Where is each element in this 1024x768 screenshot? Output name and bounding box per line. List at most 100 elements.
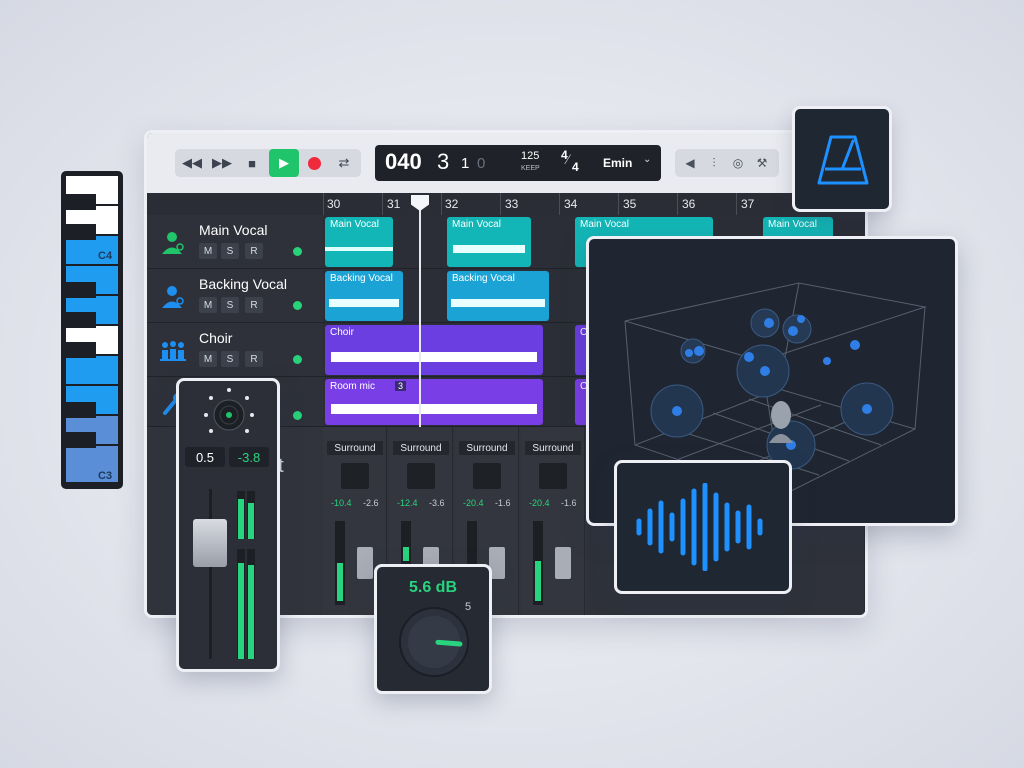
track-status-dot	[293, 247, 302, 256]
record-arm-button[interactable]: R	[245, 297, 263, 313]
track-header-main-vocal[interactable]: Main Vocal M S R	[147, 215, 323, 269]
playhead-line[interactable]	[419, 195, 421, 427]
gain-knob[interactable]	[397, 605, 471, 679]
mute-button[interactable]: M	[199, 351, 217, 367]
audio-clip[interactable]: Choir	[325, 325, 543, 375]
record-icon	[307, 156, 321, 170]
surround-pan-knob[interactable]	[203, 387, 255, 439]
time-sig-slash: ⁄	[567, 151, 570, 167]
audio-clip[interactable]: Backing Vocal	[325, 271, 403, 321]
tempo-mode: KEEP	[521, 165, 540, 172]
level-meter-right	[247, 491, 255, 539]
piano-keyboard[interactable]: C4 C3	[61, 171, 123, 489]
strip-gain: -1.6	[495, 498, 511, 508]
piano-keys	[64, 174, 120, 486]
ruler-bar-36: 36	[682, 197, 696, 211]
speaker-icon[interactable]: ◀	[679, 149, 701, 177]
piano-label-c4: C4	[98, 250, 113, 262]
track-status-dot	[293, 301, 302, 310]
ruler-bar-31: 31	[387, 197, 401, 211]
gain-value[interactable]: -3.8	[229, 447, 269, 467]
mute-button[interactable]: M	[199, 297, 217, 313]
audio-clip[interactable]: Backing Vocal	[447, 271, 549, 321]
strip-fader[interactable]	[357, 547, 373, 579]
surround-panner[interactable]	[473, 463, 501, 489]
piano-label-c3: C3	[98, 470, 113, 482]
tempo-value[interactable]: 125	[521, 150, 539, 162]
track-name: Main Vocal	[199, 222, 268, 238]
fast-forward-button[interactable]: ▶▶	[207, 149, 237, 177]
gauge-icon[interactable]: ◎	[727, 149, 749, 177]
strip-name[interactable]: Surround	[393, 441, 449, 455]
wrench-icon[interactable]: ⚒	[751, 149, 773, 177]
ruler-bar-33: 33	[505, 197, 519, 211]
mixer-strip: Surround -20.4 -1.6	[521, 427, 585, 615]
track-header-backing-vocal[interactable]: Backing Vocal M S R	[147, 269, 323, 323]
solo-button[interactable]: S	[221, 351, 239, 367]
mixer-sliders-icon[interactable]: ⫶	[703, 149, 725, 177]
record-button[interactable]	[299, 149, 329, 177]
strip-name[interactable]: Surround	[525, 441, 581, 455]
knob-value: 5.6 dB	[408, 579, 457, 596]
rewind-button[interactable]: ◀◀	[177, 149, 207, 177]
transport-controls: ◀◀ ▶▶ ■ ▶ ⇄	[175, 149, 361, 177]
track-header-choir[interactable]: Choir M S R	[147, 323, 323, 377]
strip-name[interactable]: Surround	[327, 441, 383, 455]
track-status-dot	[293, 411, 302, 420]
singer-icon	[162, 286, 184, 308]
stop-button[interactable]: ■	[237, 149, 267, 177]
right-tools: ◀ ⫶ ◎ ⚒	[675, 149, 779, 177]
level-meter-left	[237, 491, 245, 539]
metronome-panel[interactable]	[792, 106, 892, 212]
time-sig-bottom[interactable]: 4	[572, 160, 579, 174]
loop-button[interactable]: ⇄	[329, 149, 359, 177]
solo-button[interactable]: S	[221, 243, 239, 259]
strip-peak: -20.4	[529, 498, 550, 508]
audio-clip[interactable]: Main Vocal	[325, 217, 393, 267]
strip-meter	[335, 521, 345, 605]
waveform-icon	[636, 483, 763, 571]
clip-label: Backing Vocal	[330, 273, 393, 284]
track-status-dot	[293, 355, 302, 364]
mute-button[interactable]: M	[199, 243, 217, 259]
transport-display: 040 3 1 0 125 KEEP 4 ⁄ 4 Emin ⌄	[375, 145, 661, 181]
track-name: Backing Vocal	[199, 276, 287, 292]
ruler-bar-37: 37	[741, 197, 755, 211]
record-arm-button[interactable]: R	[245, 243, 263, 259]
clip-label: Choir	[330, 327, 354, 338]
strip-gain: -1.6	[561, 498, 577, 508]
surround-panner[interactable]	[341, 463, 369, 489]
metronome-icon	[817, 135, 869, 185]
channel-fader-panel: 0.5 -3.8	[176, 378, 280, 672]
surround-panner[interactable]	[407, 463, 435, 489]
waveform-panel[interactable]	[614, 460, 792, 594]
timeline-ruler[interactable]: 30 31 32 33 34 35 36 37	[147, 193, 865, 215]
ruler-bar-32: 32	[445, 197, 459, 211]
fader-handle[interactable]	[193, 519, 227, 567]
surround-panner[interactable]	[539, 463, 567, 489]
audio-clip[interactable]: Room mic 3	[325, 379, 543, 425]
clip-take-count[interactable]: 3	[395, 381, 407, 391]
strip-fader[interactable]	[555, 547, 571, 579]
strip-name[interactable]: Surround	[459, 441, 515, 455]
strip-gain: -2.6	[363, 498, 379, 508]
gain-knob-panel: 5.6 dB 5	[374, 564, 492, 694]
key-dropdown-icon[interactable]: ⌄	[643, 154, 651, 165]
waveform	[453, 245, 525, 253]
pan-value[interactable]: 0.5	[185, 447, 225, 467]
position-beat: 3	[437, 149, 450, 174]
output-meter-left	[237, 549, 245, 659]
audio-clip[interactable]: Main Vocal	[447, 217, 531, 267]
ruler-bar-30: 30	[327, 197, 341, 211]
solo-button[interactable]: S	[221, 297, 239, 313]
ruler-bar-34: 34	[564, 197, 578, 211]
position-tick: 0	[477, 155, 486, 172]
clip-label: Backing Vocal	[452, 273, 515, 284]
waveform	[325, 247, 393, 251]
position-bars: 040	[385, 149, 422, 174]
record-arm-button[interactable]: R	[245, 351, 263, 367]
key-signature[interactable]: Emin	[603, 156, 632, 170]
position-division: 1	[461, 155, 470, 172]
knob-pointer	[435, 639, 463, 647]
play-button[interactable]: ▶	[269, 149, 299, 177]
